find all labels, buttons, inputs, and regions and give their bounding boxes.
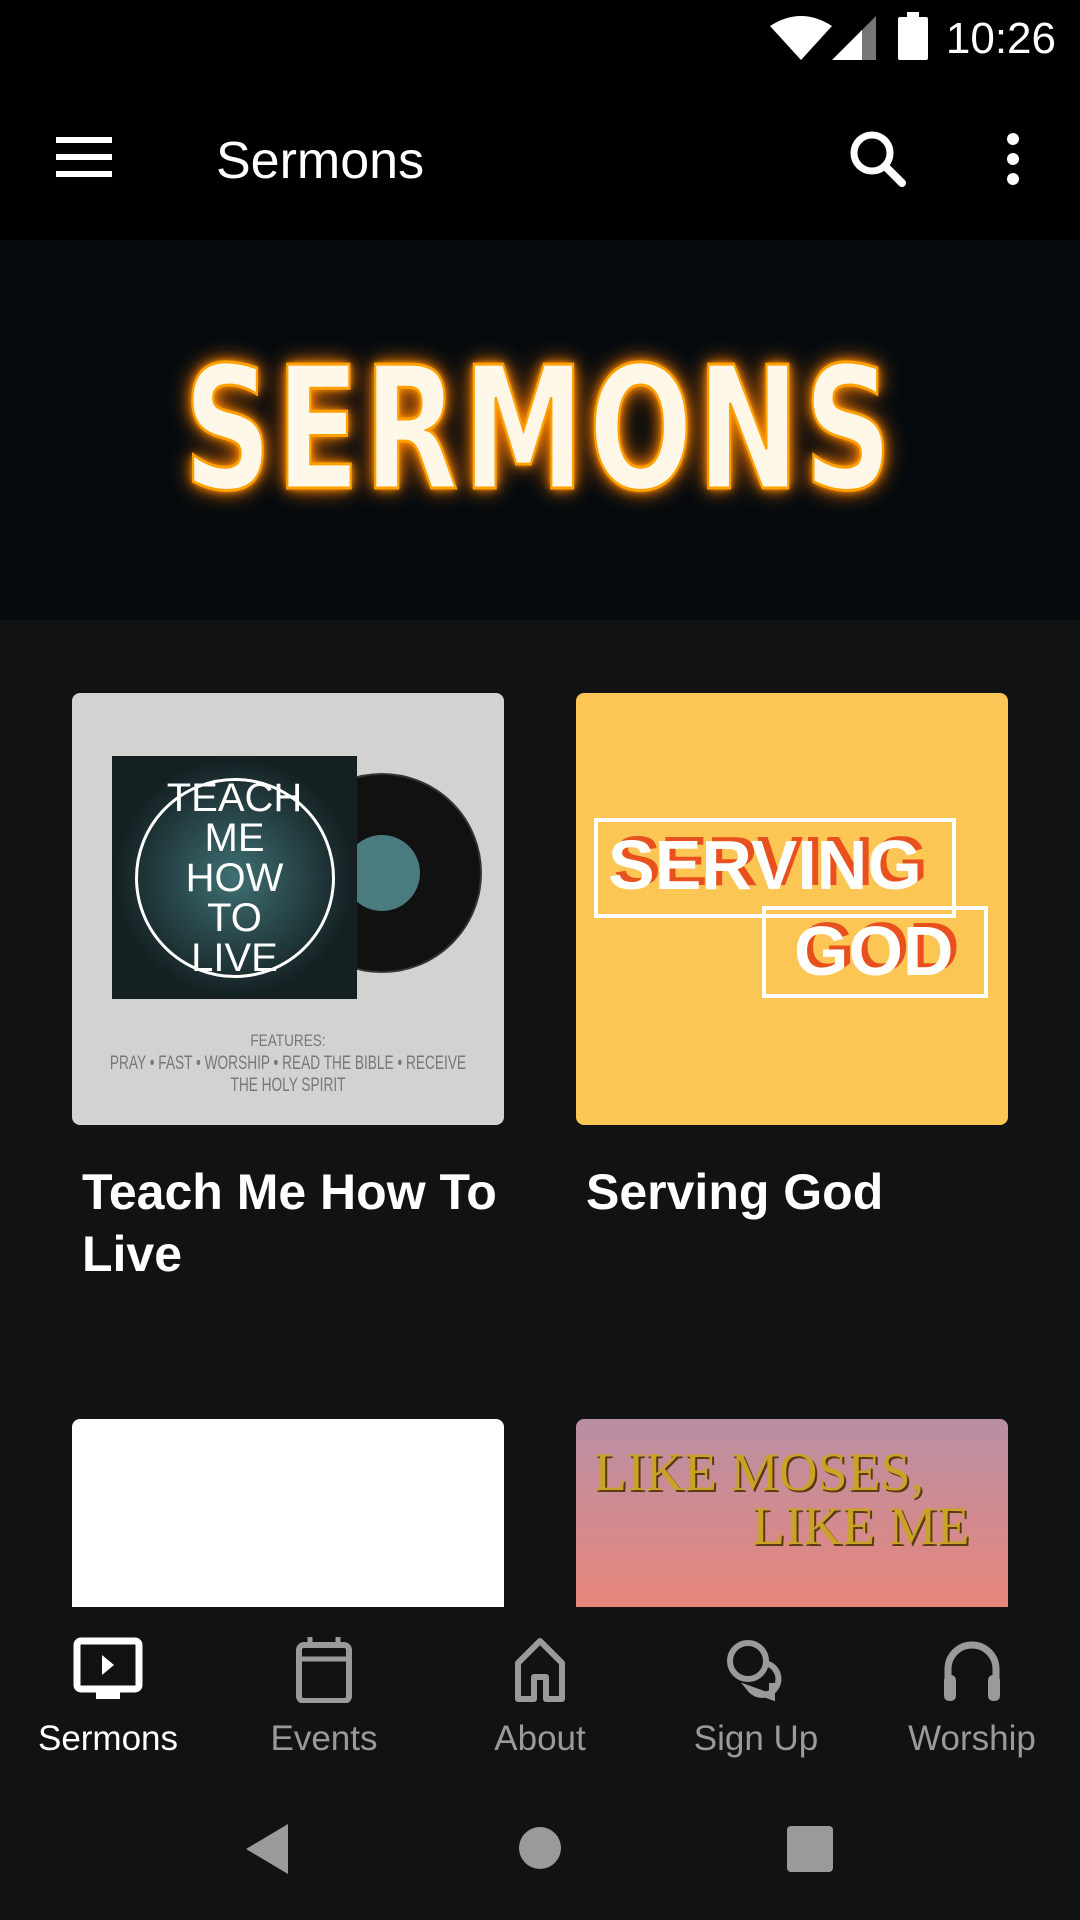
wifi-icon bbox=[770, 16, 832, 60]
sermon-artwork: TEACH ME HOW TO LIVE FEATURES: PRAY • FA… bbox=[72, 693, 504, 1125]
nav-events[interactable]: Events bbox=[216, 1607, 432, 1770]
sermon-title: Serving God bbox=[586, 1164, 884, 1220]
nav-sign-up[interactable]: Sign Up bbox=[648, 1607, 864, 1770]
clock: 10:26 bbox=[945, 14, 1056, 63]
album-cover: TEACH ME HOW TO LIVE bbox=[112, 756, 357, 999]
home-circle-icon[interactable] bbox=[518, 1826, 562, 1870]
back-icon[interactable] bbox=[244, 1824, 290, 1874]
status-bar: 10:26 bbox=[0, 0, 1080, 95]
nav-sermons[interactable]: Sermons bbox=[0, 1607, 216, 1770]
battery-icon bbox=[898, 12, 928, 60]
sermons-banner: SERMONS bbox=[0, 240, 1080, 620]
hamburger-icon[interactable] bbox=[56, 135, 112, 179]
home-icon bbox=[515, 1638, 565, 1702]
sermon-card[interactable]: TEACH ME HOW TO LIVE FEATURES: PRAY • FA… bbox=[72, 693, 504, 1285]
banner-text: SERMONS bbox=[183, 330, 897, 531]
sermon-card[interactable]: SERVING GOD Serving God bbox=[576, 693, 1008, 1223]
sermon-artwork: SERVING GOD bbox=[576, 693, 1008, 1125]
signal-icon bbox=[832, 16, 876, 60]
sermon-title: Teach Me How To Live bbox=[82, 1164, 497, 1282]
page-title: Sermons bbox=[216, 132, 425, 190]
tv-play-icon bbox=[73, 1637, 143, 1699]
nav-about[interactable]: About bbox=[432, 1607, 648, 1770]
more-vert-icon[interactable] bbox=[1001, 131, 1025, 187]
recents-icon[interactable] bbox=[787, 1826, 833, 1872]
chat-bubbles-icon bbox=[727, 1640, 782, 1702]
app-toolbar: Sermons bbox=[0, 95, 1080, 240]
bottom-navigation: Sermons Events About Sign Up Worship bbox=[0, 1607, 1080, 1770]
search-icon[interactable] bbox=[848, 129, 906, 187]
nav-worship[interactable]: Worship bbox=[864, 1607, 1080, 1770]
headphones-icon bbox=[944, 1641, 1000, 1701]
calendar-icon bbox=[296, 1637, 352, 1703]
system-navigation-bar bbox=[0, 1770, 1080, 1920]
